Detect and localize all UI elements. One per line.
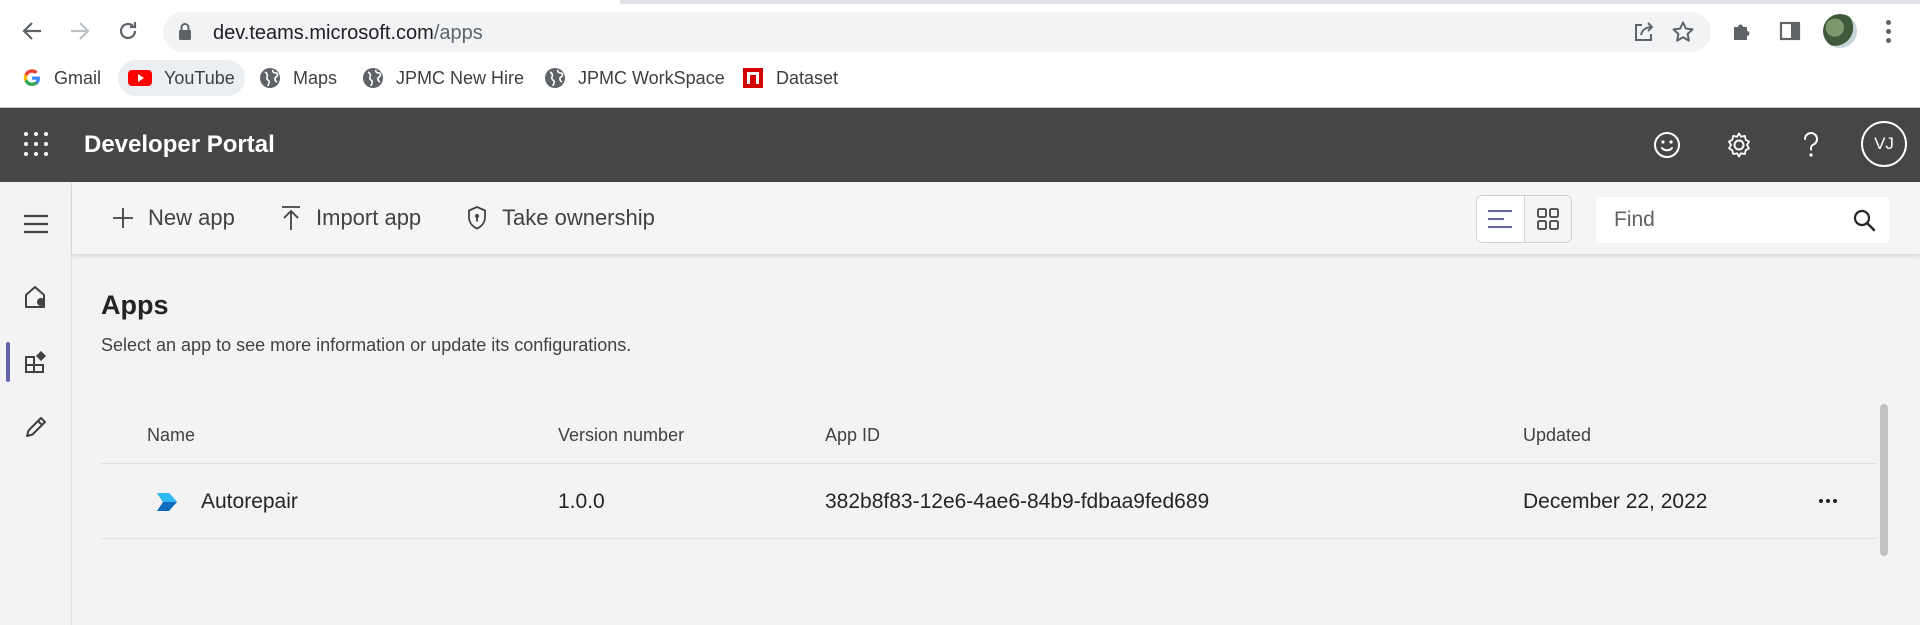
browser-toolbar: dev.teams.microsoft.com/apps Gmail YouTu… — [0, 0, 1920, 108]
back-arrow-icon — [22, 22, 41, 40]
url-text: dev.teams.microsoft.com/apps — [213, 22, 483, 45]
google-icon — [23, 69, 40, 87]
side-panel-icon — [1779, 21, 1801, 41]
grid-view-button[interactable] — [1523, 196, 1571, 242]
view-toggle — [1476, 195, 1572, 243]
bookmark-youtube[interactable]: YouTube — [118, 60, 245, 96]
settings-button[interactable] — [1722, 128, 1756, 162]
table-scrollbar[interactable] — [1880, 404, 1888, 556]
globe-icon — [545, 68, 565, 88]
page-title: Apps — [101, 290, 169, 320]
search-icon[interactable] — [1852, 208, 1876, 232]
more-options-button[interactable] — [1813, 486, 1843, 516]
shield-icon — [468, 206, 486, 230]
reload-icon — [119, 22, 137, 40]
lock-icon — [179, 23, 191, 40]
url-host: dev.teams.microsoft.com — [213, 22, 434, 44]
gear-icon — [1728, 132, 1750, 158]
dataset-icon — [743, 68, 763, 88]
tab-strip — [0, 0, 1920, 4]
pencil-icon — [26, 417, 46, 437]
app-version: 1.0.0 — [558, 490, 605, 513]
share-icon[interactable] — [1633, 21, 1655, 43]
smiley-icon — [1654, 132, 1680, 158]
back-button[interactable] — [14, 13, 50, 49]
app-header: Developer Portal VJ — [0, 108, 1920, 182]
nav-tools[interactable] — [16, 407, 56, 447]
reload-button[interactable] — [110, 13, 146, 49]
table-header-row: Name Version number App ID Updated — [101, 408, 1877, 464]
hamburger-menu-icon — [24, 214, 48, 234]
new-app-label: New app — [148, 205, 235, 230]
bookmark-label: Dataset — [776, 67, 839, 88]
bookmark-label: JPMC New Hire — [396, 67, 525, 88]
find-input[interactable] — [1596, 197, 1836, 243]
globe-icon — [260, 68, 280, 88]
upload-icon — [282, 206, 300, 230]
puzzle-icon — [1734, 24, 1750, 40]
side-panel-button[interactable] — [1773, 14, 1807, 48]
browser-menu-button[interactable] — [1876, 14, 1900, 48]
feedback-button[interactable] — [1650, 128, 1684, 162]
help-button[interactable] — [1794, 128, 1828, 162]
globe-icon — [363, 68, 383, 88]
column-header-updated[interactable]: Updated — [1523, 425, 1591, 446]
nav-home[interactable] — [16, 277, 56, 317]
active-tab-indicator — [0, 0, 620, 4]
forward-button[interactable] — [62, 13, 98, 49]
address-bar[interactable]: dev.teams.microsoft.com/apps — [163, 12, 1711, 52]
bookmarks-bar: Gmail YouTube Maps JPMC New Hire JPMC Wo… — [0, 58, 1920, 98]
bookmark-star-icon[interactable] — [1671, 20, 1695, 44]
import-app-button[interactable]: Import app — [280, 200, 421, 236]
url-path: /apps — [433, 22, 483, 44]
column-header-app-id[interactable]: App ID — [825, 425, 880, 446]
take-ownership-label: Take ownership — [502, 205, 655, 230]
table-row[interactable]: Autorepair 1.0.0 382b8f83-12e6-4ae6-84b9… — [101, 464, 1877, 539]
page-subtitle: Select an app to see more information or… — [101, 335, 632, 355]
left-rail — [0, 182, 72, 625]
app-id: 382b8f83-12e6-4ae6-84b9-fdbaa9fed689 — [825, 490, 1210, 513]
bookmark-jpmc-new-hire[interactable]: JPMC New Hire — [352, 60, 534, 96]
command-bar: New app Import app Take ownership — [72, 182, 1920, 254]
app-title: Developer Portal — [84, 131, 275, 158]
import-app-label: Import app — [316, 205, 422, 230]
bookmark-label: JPMC WorkSpace — [578, 67, 725, 88]
bookmark-label: YouTube — [164, 67, 235, 88]
extensions-button[interactable] — [1725, 14, 1759, 48]
user-avatar[interactable]: VJ — [1861, 121, 1907, 167]
list-view-button[interactable] — [1477, 196, 1524, 242]
app-updated: December 22, 2022 — [1523, 490, 1708, 513]
find-box — [1596, 197, 1890, 243]
browser-profile-avatar[interactable] — [1823, 14, 1857, 48]
app-name[interactable]: Autorepair — [201, 490, 298, 514]
nav-apps[interactable] — [16, 342, 56, 382]
bookmark-jpmc-workspace[interactable]: JPMC WorkSpace — [534, 60, 735, 96]
apps-icon — [25, 351, 46, 373]
bookmark-maps[interactable]: Maps — [249, 60, 347, 96]
bookmark-label: Maps — [293, 67, 338, 88]
column-header-version[interactable]: Version number — [558, 425, 684, 446]
new-app-button[interactable]: New app — [112, 200, 235, 236]
bookmark-dataset[interactable]: Dataset — [732, 60, 848, 96]
take-ownership-button[interactable]: Take ownership — [466, 200, 655, 236]
bookmark-label: Gmail — [54, 67, 102, 88]
column-header-name[interactable]: Name — [147, 425, 195, 446]
youtube-icon — [128, 70, 152, 86]
help-icon — [1804, 132, 1818, 157]
grid-view-icon — [1537, 208, 1559, 230]
nav-active-indicator — [6, 342, 10, 382]
nav-toggle-button[interactable] — [16, 204, 56, 244]
app-logo-icon — [157, 493, 177, 511]
plus-icon — [113, 208, 133, 228]
home-icon — [25, 286, 45, 308]
app-launcher-icon[interactable] — [22, 130, 50, 158]
bookmark-gmail[interactable]: Gmail — [12, 60, 111, 96]
forward-arrow-icon — [71, 22, 90, 40]
list-view-icon — [1488, 210, 1513, 228]
